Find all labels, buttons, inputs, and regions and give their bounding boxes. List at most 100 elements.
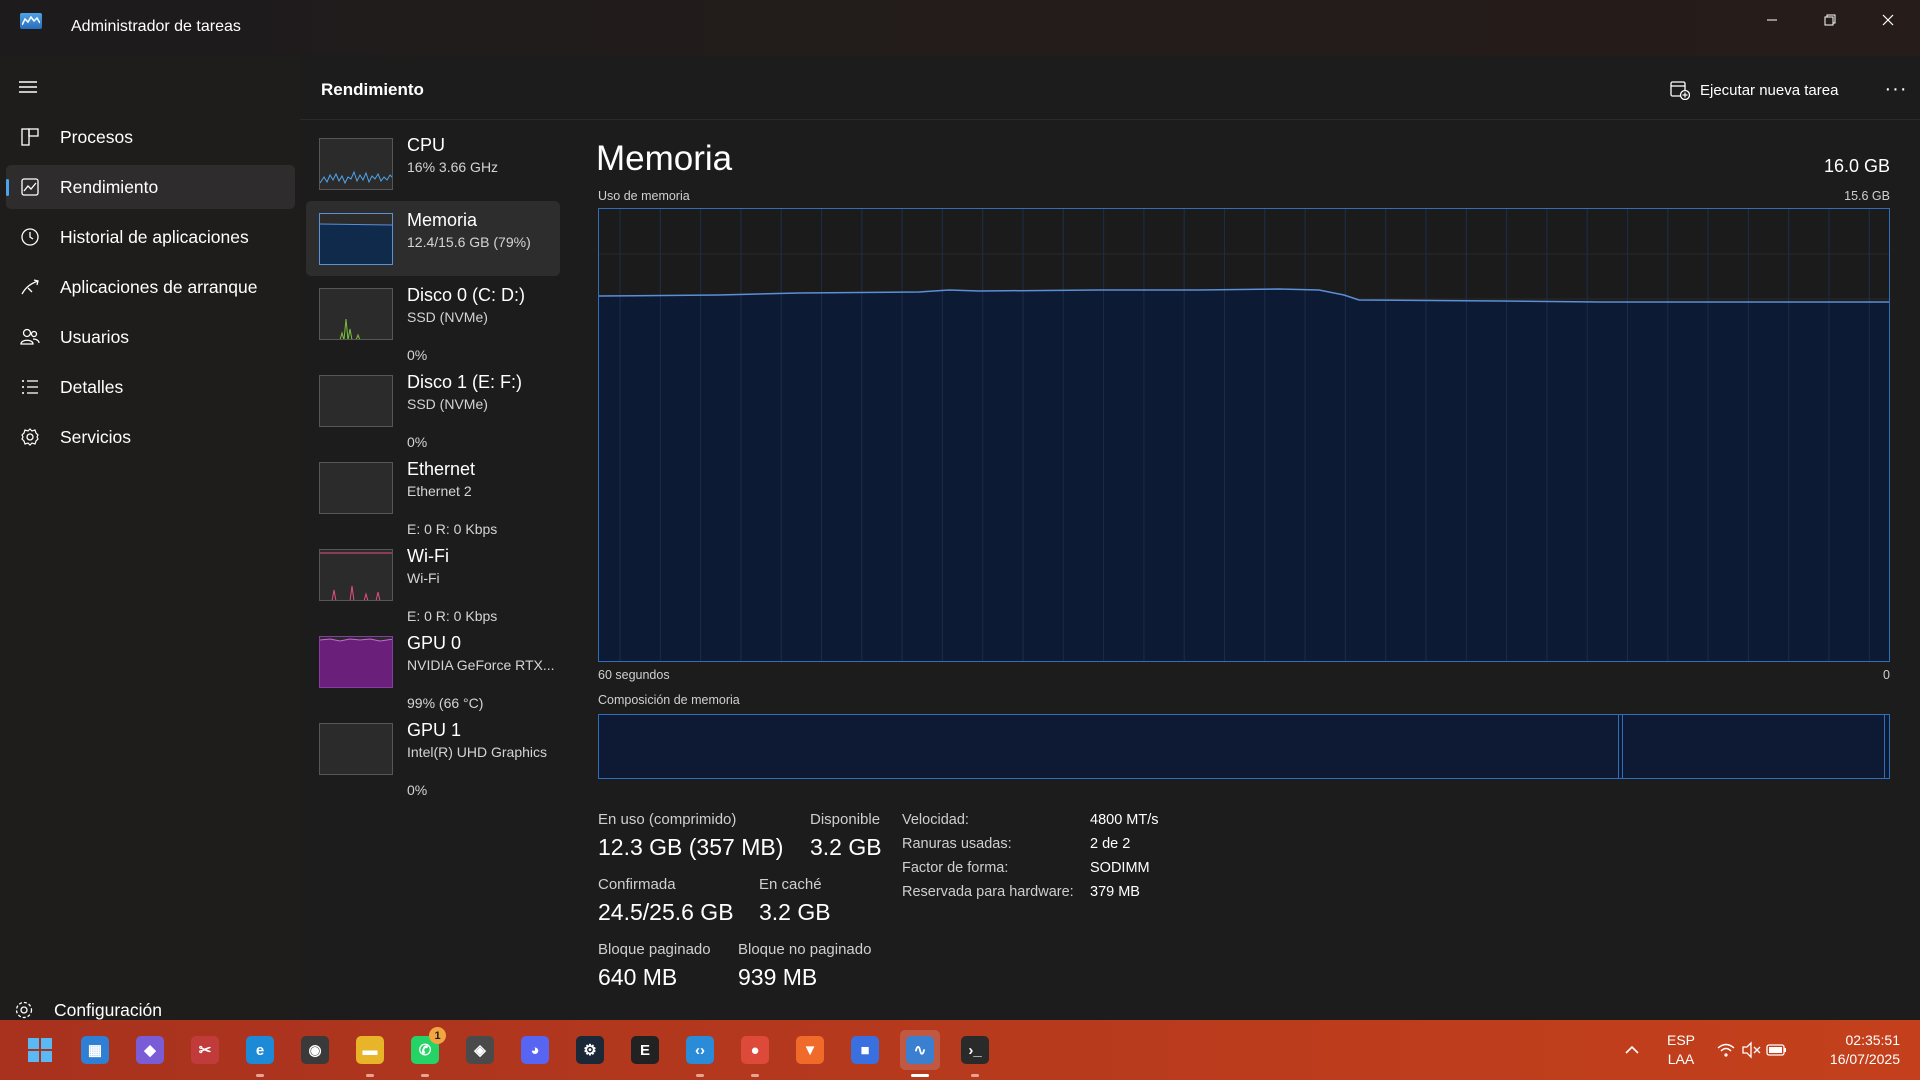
device-thumbnail-graph	[319, 288, 393, 340]
menu-toggle-button[interactable]	[18, 79, 38, 100]
taskbar-app-snipping-tool[interactable]: ✂	[185, 1030, 225, 1070]
taskbar-app-chrome[interactable]: ●	[735, 1030, 775, 1077]
device-item-ethernet[interactable]: Ethernet Ethernet 2 E: 0 R: 0 Kbps	[306, 450, 560, 537]
device-item-wifi[interactable]: Wi-Fi Wi-Fi E: 0 R: 0 Kbps	[306, 537, 560, 624]
memory-total: 16.0 GB	[1823, 156, 1890, 176]
clock-time: 02:35:51	[1845, 1032, 1901, 1048]
nav-item-label: Detalles	[60, 377, 124, 397]
cached-value: 3.2 GB	[759, 899, 831, 925]
taskbar-app-obs-studio[interactable]: ◉	[295, 1030, 335, 1070]
device-thumbnail-graph	[319, 213, 393, 265]
device-usage: E: 0 R: 0 Kbps	[407, 608, 498, 624]
settings-label: Configuración	[54, 1000, 162, 1020]
nav-item-app-history[interactable]: Historial de aplicaciones	[6, 215, 295, 259]
steam-icon: ⚙	[576, 1036, 604, 1064]
taskbar-app-copilot[interactable]: ◆	[130, 1030, 170, 1070]
device-usage: 0%	[407, 782, 428, 798]
services-icon	[21, 428, 39, 446]
running-indicator	[256, 1074, 264, 1077]
run-new-task-label: Ejecutar nueva tarea	[1700, 81, 1839, 99]
form-factor-value: SODIMM	[1090, 860, 1150, 876]
taskbar-app-epic-games[interactable]: E	[625, 1030, 665, 1070]
device-item-disk-0[interactable]: Disco 0 (C: D:) SSD (NVMe) 0%	[306, 276, 560, 363]
hardware-reserved-value: 379 MB	[1090, 884, 1140, 900]
taskbar-app-microsoft-store[interactable]: ▦	[75, 1030, 115, 1070]
taskbar-app-unity[interactable]: ◈	[460, 1030, 500, 1070]
taskbar-app-terminal[interactable]: ›_	[955, 1030, 995, 1077]
running-indicator	[366, 1074, 374, 1077]
header-divider	[300, 119, 1920, 120]
quick-settings-button[interactable]	[1716, 1037, 1786, 1063]
volume-muted-icon	[1742, 1041, 1761, 1059]
input-language-button[interactable]: ESP LAA	[1660, 1030, 1702, 1070]
device-item-gpu-1[interactable]: GPU 1 Intel(R) UHD Graphics 0%	[306, 711, 560, 798]
hardware-reserved-label: Reservada para hardware:	[902, 884, 1074, 900]
nav-item-label: Rendimiento	[60, 177, 159, 197]
device-detail: Ethernet 2	[407, 483, 472, 499]
copilot-icon: ◆	[136, 1036, 164, 1064]
snipping-tool-icon: ✂	[191, 1036, 219, 1064]
settings-gear-icon	[15, 1001, 33, 1019]
memory-composition-caption: Composición de memoria	[598, 693, 740, 707]
taskbar: ▦ ◆ ✂ e ◉ ▬ ✆ 1 ◈ ◕ ⚙ E ‹› ● ▼ ■ ∿ ›_ ESP LAA 02:35:51 16…	[0, 1020, 1920, 1080]
nav-item-services[interactable]: Servicios	[6, 415, 295, 459]
memory-usage-graph	[598, 208, 1890, 662]
nav-item-users[interactable]: Usuarios	[6, 315, 295, 359]
running-indicator	[751, 1074, 759, 1077]
running-indicator	[911, 1074, 929, 1077]
page-title: Rendimiento	[321, 80, 424, 99]
restore-button[interactable]	[1801, 0, 1859, 40]
close-icon	[1882, 14, 1894, 26]
device-thumbnail-graph	[319, 375, 393, 427]
time-axis-zero: 0	[1883, 668, 1890, 682]
taskbar-app-brave[interactable]: ▼	[790, 1030, 830, 1070]
in-use-segment-divider	[1618, 715, 1624, 778]
taskbar-app-edge[interactable]: e	[240, 1030, 280, 1077]
taskbar-app-file-explorer[interactable]: ▬	[350, 1030, 390, 1077]
nav-item-processes[interactable]: Procesos	[6, 115, 295, 159]
minimize-button[interactable]	[1743, 0, 1801, 40]
device-item-cpu[interactable]: CPU 16% 3.66 GHz	[306, 126, 560, 201]
taskbar-app-discord[interactable]: ◕	[515, 1030, 555, 1070]
taskbar-app-start-button[interactable]	[20, 1030, 60, 1070]
device-thumbnail-graph	[319, 723, 393, 775]
available-label: Disponible	[810, 811, 881, 828]
device-item-gpu-0[interactable]: GPU 0 NVIDIA GeForce RTX... 99% (66 °C)	[306, 624, 560, 711]
taskbar-app-task-manager[interactable]: ∿	[900, 1030, 940, 1077]
close-button[interactable]	[1859, 0, 1917, 40]
startup-apps-icon	[21, 279, 39, 295]
device-detail: Wi-Fi	[407, 570, 440, 586]
running-indicator	[421, 1074, 429, 1077]
committed-label: Confirmada	[598, 876, 676, 893]
taskbar-app-roblox[interactable]: ■	[845, 1030, 885, 1070]
device-detail: 12.4/15.6 GB (79%)	[407, 234, 531, 250]
clock-button[interactable]: 02:35:51 16/07/2025	[1808, 1030, 1900, 1070]
nav-item-startup-apps[interactable]: Aplicaciones de arranque	[6, 265, 295, 309]
title-bar: Administrador de tareas	[0, 0, 1920, 56]
taskbar-app-vs-code[interactable]: ‹›	[680, 1030, 720, 1077]
performance-page: Rendimiento Ejecutar nueva tarea ··· CPU…	[300, 56, 1920, 1020]
device-item-disk-1[interactable]: Disco 1 (E: F:) SSD (NVMe) 0%	[306, 363, 560, 450]
more-options-button[interactable]: ···	[1879, 72, 1913, 106]
run-new-task-button[interactable]: Ejecutar nueva tarea	[1670, 76, 1838, 104]
vs-code-icon: ‹›	[686, 1036, 714, 1064]
notification-badge: 1	[429, 1027, 446, 1044]
device-item-memory[interactable]: Memoria 12.4/15.6 GB (79%)	[306, 201, 560, 276]
memory-usage-max: 15.6 GB	[1844, 189, 1890, 203]
nav-item-details[interactable]: Detalles	[6, 365, 295, 409]
slots-used-label: Ranuras usadas:	[902, 836, 1012, 852]
running-indicator	[696, 1074, 704, 1077]
memory-usage-caption: Uso de memoria	[598, 189, 690, 203]
device-name: CPU	[407, 135, 446, 155]
nav-item-performance[interactable]: Rendimiento	[6, 165, 295, 209]
show-hidden-icons-button[interactable]	[1620, 1039, 1644, 1061]
restore-icon	[1824, 14, 1836, 26]
nav-item-label: Aplicaciones de arranque	[60, 277, 258, 297]
taskbar-app-whatsapp[interactable]: ✆ 1	[405, 1027, 446, 1077]
device-detail: 16% 3.66 GHz	[407, 159, 499, 175]
device-detail: Intel(R) UHD Graphics	[407, 744, 548, 760]
device-thumbnail-graph	[319, 549, 393, 601]
keyboard-layout: LAA	[1667, 1051, 1695, 1067]
taskbar-app-steam[interactable]: ⚙	[570, 1030, 610, 1070]
chrome-icon: ●	[741, 1036, 769, 1064]
